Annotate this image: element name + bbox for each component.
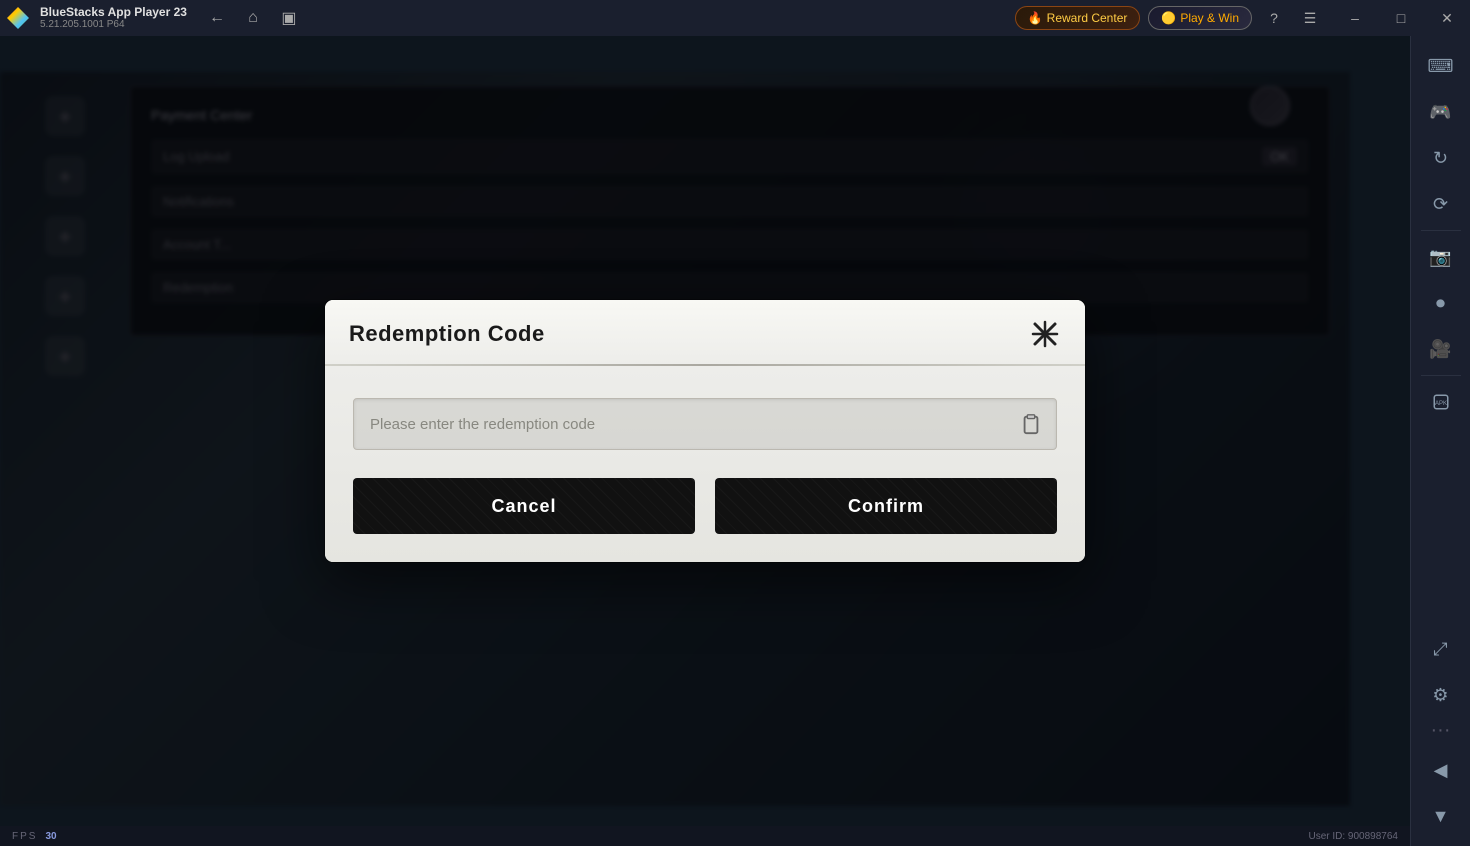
- nav-controls: ← ⌂ ▣: [203, 4, 303, 32]
- modal-overlay: Redemption Code: [0, 36, 1410, 826]
- paste-button[interactable]: [1017, 410, 1045, 438]
- app-version: 5.21.205.1001 P64: [40, 19, 187, 31]
- dialog-title: Redemption Code: [349, 321, 545, 347]
- close-icon: [1030, 319, 1060, 349]
- sidebar-apk-icon[interactable]: APK: [1419, 380, 1463, 424]
- sidebar-bottom-icon[interactable]: ▼: [1419, 794, 1463, 838]
- menu-button[interactable]: ☰: [1296, 4, 1324, 32]
- app-name: BlueStacks App Player 23: [40, 5, 187, 19]
- help-button[interactable]: ?: [1260, 4, 1288, 32]
- back-button[interactable]: ←: [203, 4, 231, 32]
- dialog-body: Cancel Confirm: [325, 366, 1085, 562]
- sidebar-gamepad-icon[interactable]: 🎮: [1419, 90, 1463, 134]
- sidebar-resize-icon[interactable]: ⤢: [1419, 627, 1463, 671]
- play-win-label: Play & Win: [1180, 11, 1239, 25]
- titlebar: BlueStacks App Player 23 5.21.205.1001 P…: [0, 0, 1470, 36]
- sidebar-divider-1: [1421, 230, 1461, 231]
- app-logo: [0, 0, 36, 36]
- sidebar-camera-icon[interactable]: 🎥: [1419, 327, 1463, 371]
- fire-icon: 🔥: [1028, 11, 1043, 25]
- svg-text:APK: APK: [1434, 401, 1446, 407]
- maximize-button[interactable]: □: [1378, 0, 1424, 36]
- sidebar-record-icon[interactable]: ⏺: [1419, 281, 1463, 325]
- clipboard-icon: [1020, 413, 1042, 435]
- sidebar-refresh-icon[interactable]: ↻: [1419, 136, 1463, 180]
- dialog-actions: Cancel Confirm: [353, 478, 1057, 534]
- titlebar-actions: 🔥 Reward Center 🟡 Play & Win ? ☰: [1015, 4, 1324, 32]
- sidebar-rotate-icon[interactable]: ⟳: [1419, 182, 1463, 226]
- confirm-button[interactable]: Confirm: [715, 478, 1057, 534]
- logo-icon: [7, 7, 29, 29]
- reward-center-button[interactable]: 🔥 Reward Center: [1015, 6, 1141, 30]
- cancel-button[interactable]: Cancel: [353, 478, 695, 534]
- play-win-button[interactable]: 🟡 Play & Win: [1148, 6, 1252, 30]
- close-button[interactable]: ✕: [1424, 0, 1470, 36]
- coin-icon: 🟡: [1161, 11, 1176, 25]
- sidebar-divider-2: [1421, 375, 1461, 376]
- fps-value: 30: [45, 831, 56, 842]
- window-controls: – □ ✕: [1332, 0, 1470, 36]
- apk-svg-icon: APK: [1432, 393, 1450, 411]
- code-input-wrapper: [353, 398, 1057, 450]
- sidebar-collapse-icon[interactable]: ◀: [1419, 748, 1463, 792]
- sidebar-screenshot-icon[interactable]: 📷: [1419, 235, 1463, 279]
- user-id-label: User ID: 900898764: [1308, 831, 1398, 842]
- reward-center-label: Reward Center: [1047, 11, 1128, 25]
- sidebar-more-icon[interactable]: ···: [1431, 719, 1451, 742]
- dialog-close-button[interactable]: [1029, 318, 1061, 350]
- minimize-button[interactable]: –: [1332, 0, 1378, 36]
- fps-label: FPS: [12, 831, 37, 842]
- recent-button[interactable]: ▣: [275, 4, 303, 32]
- statusbar: FPS 30 User ID: 900898764: [0, 826, 1410, 846]
- dialog-header: Redemption Code: [325, 300, 1085, 366]
- redemption-dialog: Redemption Code: [325, 300, 1085, 562]
- redemption-code-input[interactable]: [353, 398, 1057, 450]
- sidebar-keyboard-icon[interactable]: ⌨: [1419, 44, 1463, 88]
- sidebar-settings-icon[interactable]: ⚙: [1419, 673, 1463, 717]
- home-button[interactable]: ⌂: [239, 4, 267, 32]
- app-info: BlueStacks App Player 23 5.21.205.1001 P…: [40, 5, 187, 31]
- right-sidebar: ⌨ 🎮 ↻ ⟳ 📷 ⏺ 🎥 APK ⤢ ⚙ ··· ◀ ▼: [1410, 36, 1470, 846]
